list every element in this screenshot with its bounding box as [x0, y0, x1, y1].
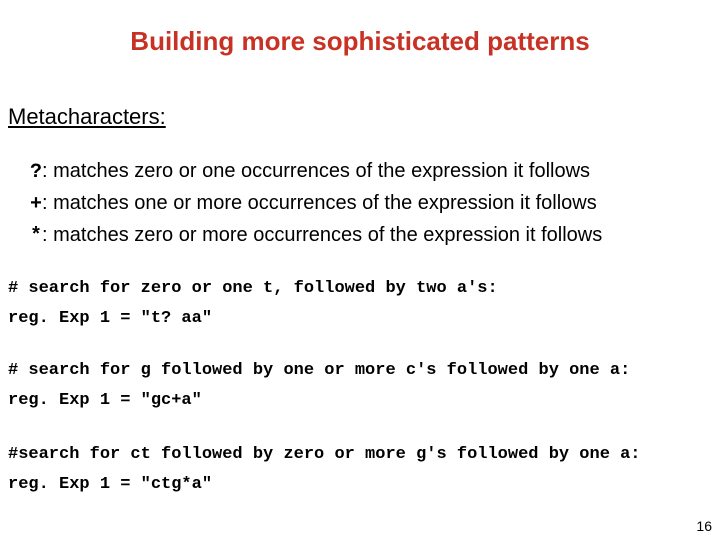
code-example-3: #search for ct followed by zero or more … — [8, 440, 641, 500]
code-example-2: # search for g followed by one or more c… — [8, 356, 630, 416]
code-comment: # search for zero or one t, followed by … — [8, 274, 498, 304]
meta-item-plus: +: matches one or more occurrences of th… — [30, 188, 602, 220]
metacharacter-list: ?: matches zero or one occurrences of th… — [30, 156, 602, 252]
meta-desc: : matches one or more occurrences of the… — [42, 192, 597, 214]
meta-desc: : matches zero or more occurrences of th… — [42, 224, 602, 246]
code-comment: #search for ct followed by zero or more … — [8, 440, 641, 470]
slide-title: Building more sophisticated patterns — [0, 26, 720, 57]
meta-symbol: * — [30, 225, 42, 248]
code-expression: reg. Exp 1 = "t? aa" — [8, 304, 498, 334]
meta-symbol: ? — [30, 161, 42, 184]
slide-number: 16 — [696, 518, 712, 534]
section-heading-metacharacters: Metacharacters: — [8, 104, 166, 130]
code-expression: reg. Exp 1 = "gc+a" — [8, 386, 630, 416]
meta-desc: : matches zero or one occurrences of the… — [42, 160, 590, 182]
meta-symbol: + — [30, 193, 42, 216]
code-comment: # search for g followed by one or more c… — [8, 356, 630, 386]
meta-item-question: ?: matches zero or one occurrences of th… — [30, 156, 602, 188]
code-expression: reg. Exp 1 = "ctg*a" — [8, 470, 641, 500]
slide: Building more sophisticated patterns Met… — [0, 0, 720, 540]
code-example-1: # search for zero or one t, followed by … — [8, 274, 498, 334]
meta-item-star: *: matches zero or more occurrences of t… — [30, 220, 602, 252]
